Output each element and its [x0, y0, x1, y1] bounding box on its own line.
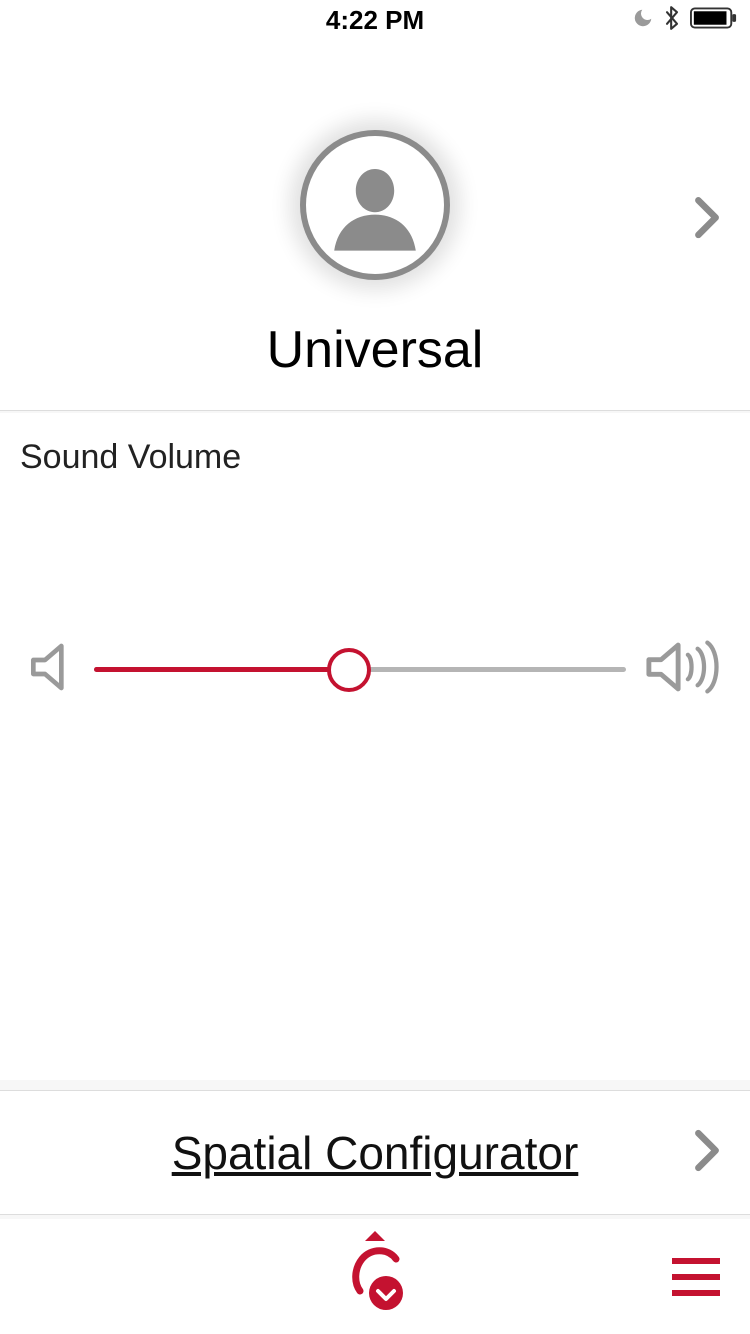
spatial-configurator-row[interactable]: Spatial Configurator — [0, 1090, 750, 1215]
sound-volume-section: Sound Volume — [0, 413, 750, 742]
bluetooth-icon — [662, 4, 682, 37]
volume-high-icon — [644, 637, 722, 702]
spatial-configurator-label: Spatial Configurator — [172, 1126, 579, 1180]
status-time: 4:22 PM — [326, 5, 424, 36]
volume-low-icon — [28, 639, 76, 700]
chevron-right-icon[interactable] — [694, 1128, 720, 1177]
avatar — [300, 130, 450, 280]
bottom-toolbar — [0, 1219, 750, 1334]
moon-icon — [632, 7, 654, 34]
status-bar: 4:22 PM — [0, 0, 750, 40]
sound-volume-label: Sound Volume — [20, 438, 730, 477]
menu-button[interactable] — [672, 1258, 720, 1296]
hearing-schedule-icon[interactable] — [340, 1231, 410, 1322]
profile-header[interactable]: Universal — [0, 40, 750, 411]
profile-name: Universal — [0, 320, 750, 380]
chevron-right-icon[interactable] — [694, 196, 720, 245]
volume-slider[interactable] — [94, 648, 626, 692]
battery-icon — [690, 7, 738, 34]
